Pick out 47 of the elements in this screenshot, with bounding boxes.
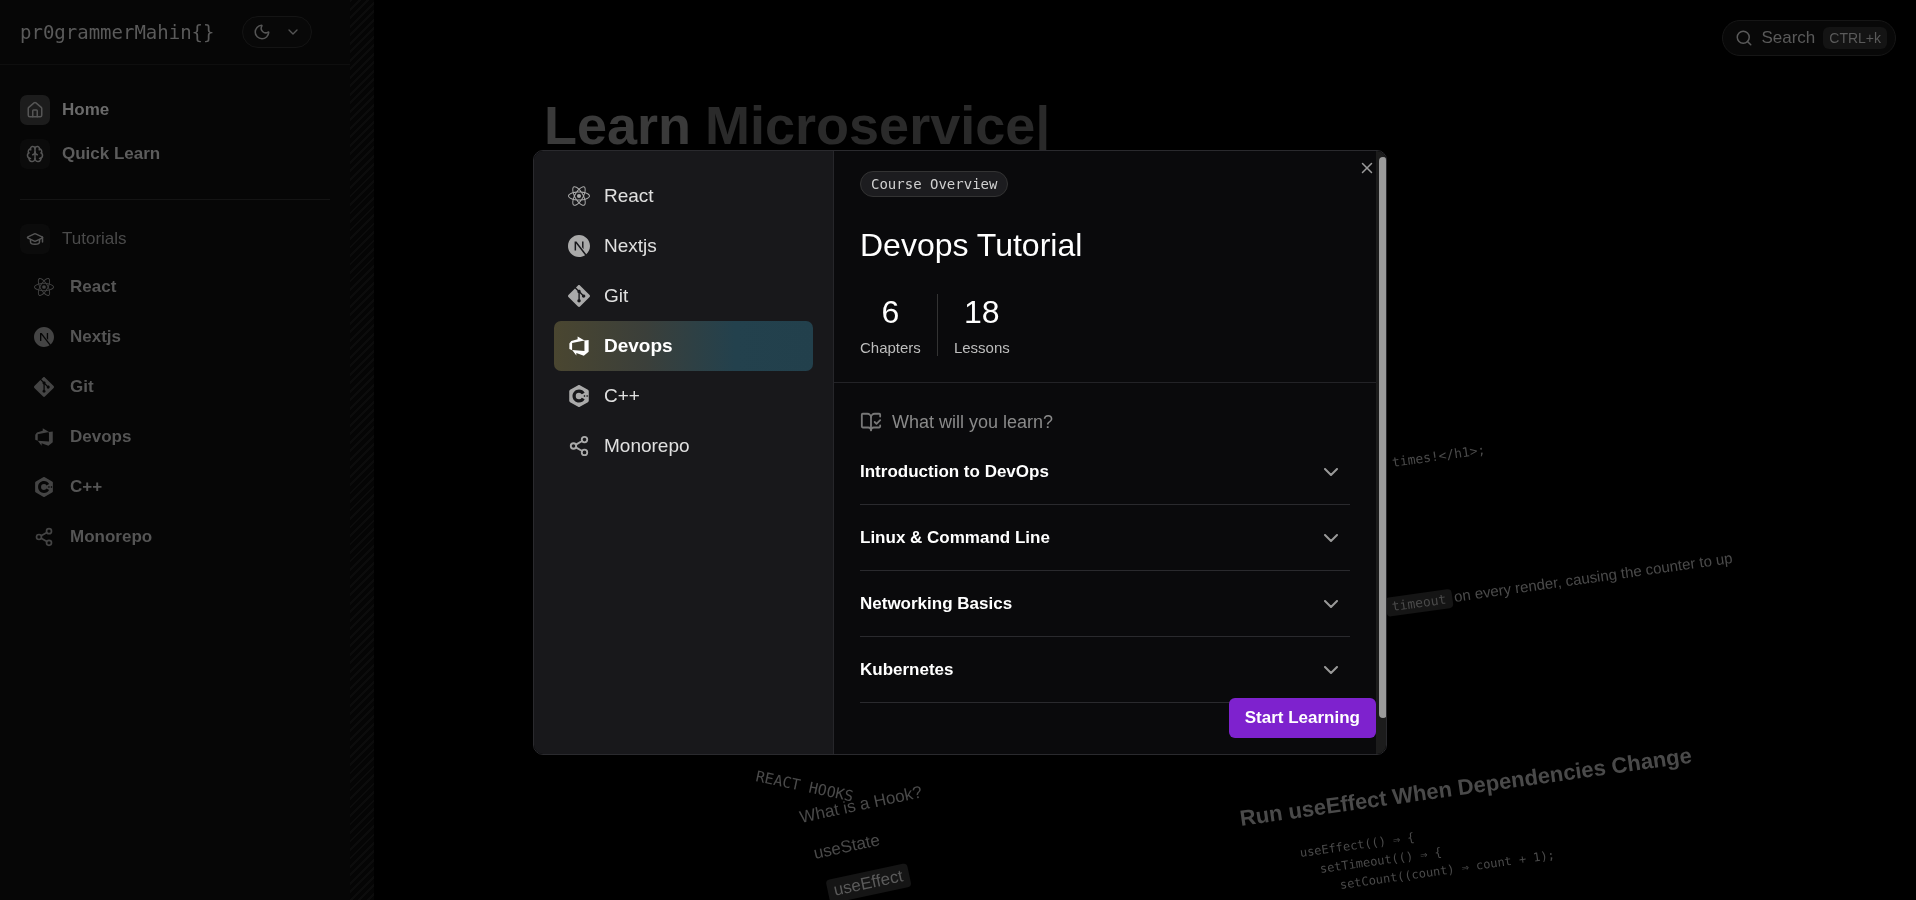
chevron-icon [1324,599,1338,608]
course-item[interactable]: Nextjs [554,221,813,271]
course-item[interactable]: React [554,171,813,221]
git-icon [34,377,54,397]
scrollbar[interactable] [1376,151,1386,754]
topic-row[interactable]: Networking Basics [860,571,1350,637]
chevron-icon [1324,467,1338,476]
toc-item: useEffect [825,863,912,900]
course-badge: Course Overview [860,171,1009,197]
start-learning-button[interactable]: Start Learning [1228,698,1376,738]
search-icon [1735,29,1754,47]
devops-icon [34,427,54,447]
graduation-cap-icon [26,230,44,248]
code-line: times!</h1>; [1390,442,1487,470]
course-item[interactable]: Git [554,271,813,321]
atom-icon [34,277,54,297]
chevron-icon [1324,533,1338,542]
learn-heading: What will you learn? [892,411,1054,433]
topic-row[interactable]: Linux & Command Line [860,505,1350,571]
brain-icon [26,145,44,163]
devops-icon [568,335,590,357]
stat-value: 18 [964,294,1000,331]
course-title: Devops Tutorial [860,227,1084,264]
nodes-icon [34,527,54,547]
stat-value: 6 [881,294,900,331]
stat-label: Lessons [953,339,1010,356]
course-item[interactable]: Devops [554,321,813,371]
preview-heading: Run useEffect When Dependencies Change [1238,742,1694,832]
course-item[interactable]: C++ [554,371,813,421]
preview-sentence: on every render, causing the counter to up [1452,548,1734,605]
course-item[interactable]: Monorepo [554,421,813,471]
chevron-icon [1324,665,1338,674]
hexagon-icon [568,385,590,407]
git-icon [568,285,590,307]
hero-title: Learn [544,94,692,156]
home-icon [26,101,44,119]
atom-icon [568,185,590,207]
theme-toggle[interactable] [242,16,312,48]
toc-item: useState [811,830,882,864]
nav-item[interactable]: Home [20,95,330,125]
book-icon [860,411,882,433]
stat-label: Chapters [860,339,921,356]
nodes-icon [568,435,590,457]
hexagon-icon [34,477,54,497]
topic-row[interactable]: Introduction to DevOps [860,439,1350,505]
section-label: Tutorials [62,229,127,249]
moon-icon [253,23,271,41]
